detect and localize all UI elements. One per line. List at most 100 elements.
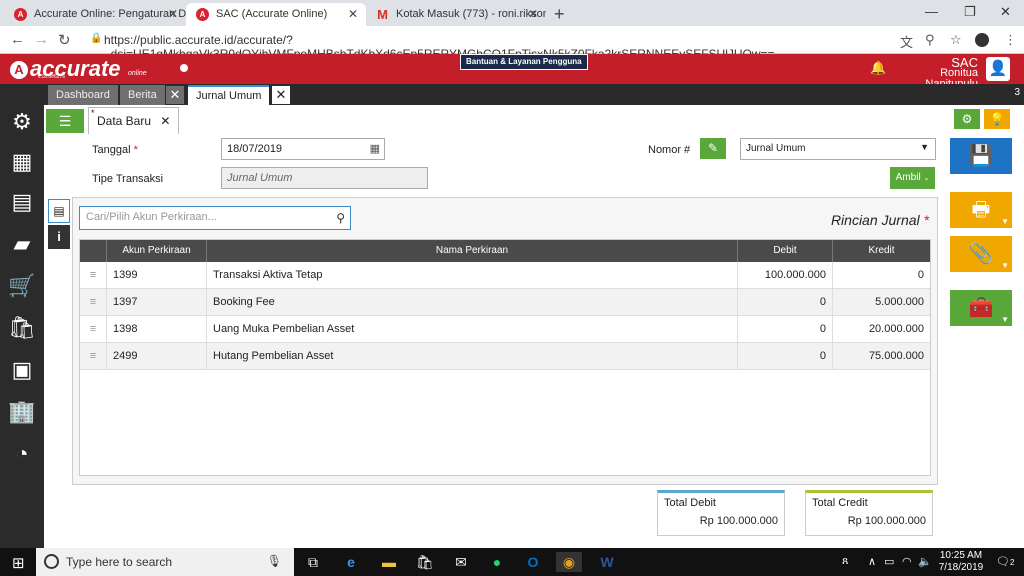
- col-nama: Nama Perkiraan: [207, 240, 738, 262]
- close-icon[interactable]: ✕: [528, 7, 538, 21]
- edge-browser-icon[interactable]: e: [338, 552, 364, 572]
- browser-tab-sac[interactable]: A SAC (Accurate Online) ✕: [186, 3, 366, 26]
- people-icon[interactable]: ጸ: [842, 555, 848, 568]
- close-doc-icon[interactable]: ✕: [160, 114, 170, 128]
- accurate-logo-mark-icon: A: [10, 61, 28, 79]
- mail-icon[interactable]: ✉: [448, 552, 474, 572]
- notification-center-icon[interactable]: 🗨2: [996, 555, 1014, 568]
- cart-icon[interactable]: 🛒: [6, 270, 38, 302]
- drag-handle-icon[interactable]: ≡: [80, 316, 107, 343]
- akun-search-input[interactable]: Cari/Pilih Akun Perkiraan... ⚲: [79, 206, 351, 230]
- tips-bulb-icon[interactable]: 💡: [984, 109, 1010, 129]
- back-arrow-icon[interactable]: ←: [10, 31, 25, 48]
- minimize-icon[interactable]: —: [925, 4, 938, 19]
- attachment-button[interactable]: 📎 ▼: [950, 236, 1012, 272]
- drag-handle-icon[interactable]: ≡: [80, 343, 107, 370]
- nomor-select-value: Jurnal Umum: [746, 143, 806, 154]
- save-button[interactable]: 💾: [950, 138, 1012, 174]
- whatsapp-icon[interactable]: ●: [484, 552, 510, 572]
- doc-tab-label: Data Baru: [97, 114, 152, 128]
- close-tab-berita-icon[interactable]: ✕: [166, 86, 184, 104]
- tipe-transaksi-label: Tipe Transaksi: [92, 173, 164, 185]
- window-close-icon[interactable]: ✕: [1000, 4, 1011, 20]
- store-icon[interactable]: 🛍: [412, 552, 438, 572]
- help-support-button[interactable]: Bantuan & Layanan Pengguna: [460, 54, 588, 70]
- app-tab-bar: Dashboard Berita ✕ Jurnal Umum ✕ 3: [44, 84, 1024, 105]
- shopping-bag-icon[interactable]: 🛍: [6, 312, 38, 344]
- drag-handle-icon[interactable]: ≡: [80, 289, 107, 316]
- inventory-icon[interactable]: ▣: [6, 354, 38, 386]
- cell-akun: 2499: [107, 343, 207, 370]
- wallet-icon[interactable]: ▰: [6, 228, 38, 260]
- doc-tab-data-baru[interactable]: * Data Baru ✕: [88, 107, 180, 134]
- edit-pencil-icon[interactable]: ✎: [700, 138, 726, 159]
- taskbar-clock[interactable]: 10:25 AM 7/18/2019: [936, 550, 986, 574]
- detail-list-tab-icon[interactable]: ▤: [48, 199, 70, 223]
- ambil-button[interactable]: Ambil ⌄: [890, 167, 935, 189]
- table-row[interactable]: ≡ 1397 Booking Fee 0 5.000.000: [80, 289, 930, 316]
- asset-building-icon[interactable]: 🏢: [6, 396, 38, 428]
- word-icon[interactable]: W: [594, 552, 620, 572]
- col-debit: Debit: [738, 240, 833, 262]
- tab-jurnal-umum[interactable]: Jurnal Umum: [188, 85, 270, 105]
- table-row[interactable]: ≡ 2499 Hutang Pembelian Asset 0 75.000.0…: [80, 343, 930, 370]
- tab-berita[interactable]: Berita: [120, 85, 165, 105]
- browser-tab-gmail[interactable]: M Kotak Masuk (773) - roni.rikson@ ✕: [366, 3, 546, 26]
- url-input[interactable]: 🔒 https://public.accurate.id/accurate/?_…: [86, 30, 886, 61]
- taskbar-search-input[interactable]: Type here to search 🎙: [36, 548, 294, 576]
- table-row[interactable]: ≡ 1399 Transaksi Aktiva Tetap 100.000.00…: [80, 262, 930, 289]
- windows-start-icon[interactable]: ⊞: [12, 554, 25, 572]
- print-button[interactable]: 🖶 ▼: [950, 192, 1012, 228]
- cell-nama: Hutang Pembelian Asset: [207, 343, 738, 370]
- drag-handle-icon[interactable]: ≡: [80, 262, 107, 289]
- close-icon[interactable]: ✕: [168, 7, 178, 21]
- form-settings-gear-icon[interactable]: ⚙: [954, 109, 980, 129]
- tray-chevron-up-icon[interactable]: ∧: [868, 555, 876, 568]
- nomor-select[interactable]: Jurnal Umum ▼: [740, 138, 936, 160]
- chevron-down-icon: ▼: [1001, 315, 1009, 324]
- toolbox-icon: 🧰: [968, 297, 994, 319]
- info-tab-icon[interactable]: i: [48, 225, 70, 249]
- tools-button[interactable]: 🧰 ▼: [950, 290, 1012, 326]
- file-explorer-icon[interactable]: ▬: [376, 552, 402, 572]
- bell-icon[interactable]: 🔔: [870, 60, 886, 76]
- report-pie-icon[interactable]: ◔: [6, 438, 38, 470]
- browser-tab-bar: A Accurate Online: Pengaturan Dat ✕ A SA…: [0, 0, 1024, 26]
- reload-icon[interactable]: ↻: [58, 31, 71, 49]
- restore-icon[interactable]: ❐: [964, 4, 976, 20]
- total-credit-label: Total Credit: [812, 497, 868, 509]
- accurate-logo[interactable]: Aaccurate: [10, 56, 121, 82]
- tab-dashboard[interactable]: Dashboard: [48, 85, 118, 105]
- network-icon[interactable]: ▭: [884, 555, 894, 568]
- ledger-icon[interactable]: ▤: [6, 186, 38, 218]
- company-building-icon[interactable]: ▦: [6, 146, 38, 178]
- profile-avatar[interactable]: [975, 33, 989, 47]
- chrome-icon[interactable]: ◉: [556, 552, 582, 572]
- wifi-icon[interactable]: ◠: [902, 555, 912, 568]
- user-avatar-icon[interactable]: 👤: [986, 57, 1010, 81]
- outlook-icon[interactable]: O: [520, 552, 546, 572]
- task-view-icon[interactable]: ⧉: [300, 552, 326, 572]
- table-row[interactable]: ≡ 1398 Uang Muka Pembelian Asset 0 20.00…: [80, 316, 930, 343]
- total-debit-label: Total Debit: [664, 497, 716, 509]
- close-tab-jurnal-icon[interactable]: ✕: [272, 86, 290, 104]
- cell-debit: 0: [738, 316, 833, 343]
- chevron-down-icon: ▼: [1001, 261, 1009, 270]
- close-icon[interactable]: ✕: [348, 7, 358, 21]
- tanggal-field[interactable]: 18/07/2019 ▦: [221, 138, 385, 160]
- volume-icon[interactable]: 🔈: [918, 555, 932, 568]
- settings-gear-icon[interactable]: ⚙: [6, 106, 38, 138]
- bookmark-star-icon[interactable]: ☆: [950, 32, 962, 48]
- tab-count-badge[interactable]: 3: [1014, 87, 1020, 98]
- search-icon[interactable]: ⚲: [336, 211, 345, 225]
- new-tab-button[interactable]: +: [554, 4, 565, 25]
- chevron-down-icon: ⌄: [923, 175, 930, 182]
- calendar-icon[interactable]: ▦: [370, 142, 380, 155]
- zoom-icon[interactable]: ⚲: [925, 32, 935, 48]
- forward-arrow-icon[interactable]: →: [34, 31, 49, 48]
- translate-icon[interactable]: 文: [900, 32, 913, 51]
- menu-dots-icon[interactable]: ⋮: [1004, 32, 1017, 48]
- microphone-icon[interactable]: 🎙: [267, 554, 282, 568]
- list-view-button[interactable]: ☰: [46, 109, 84, 133]
- browser-tab-accurate-settings[interactable]: A Accurate Online: Pengaturan Dat ✕: [4, 3, 186, 26]
